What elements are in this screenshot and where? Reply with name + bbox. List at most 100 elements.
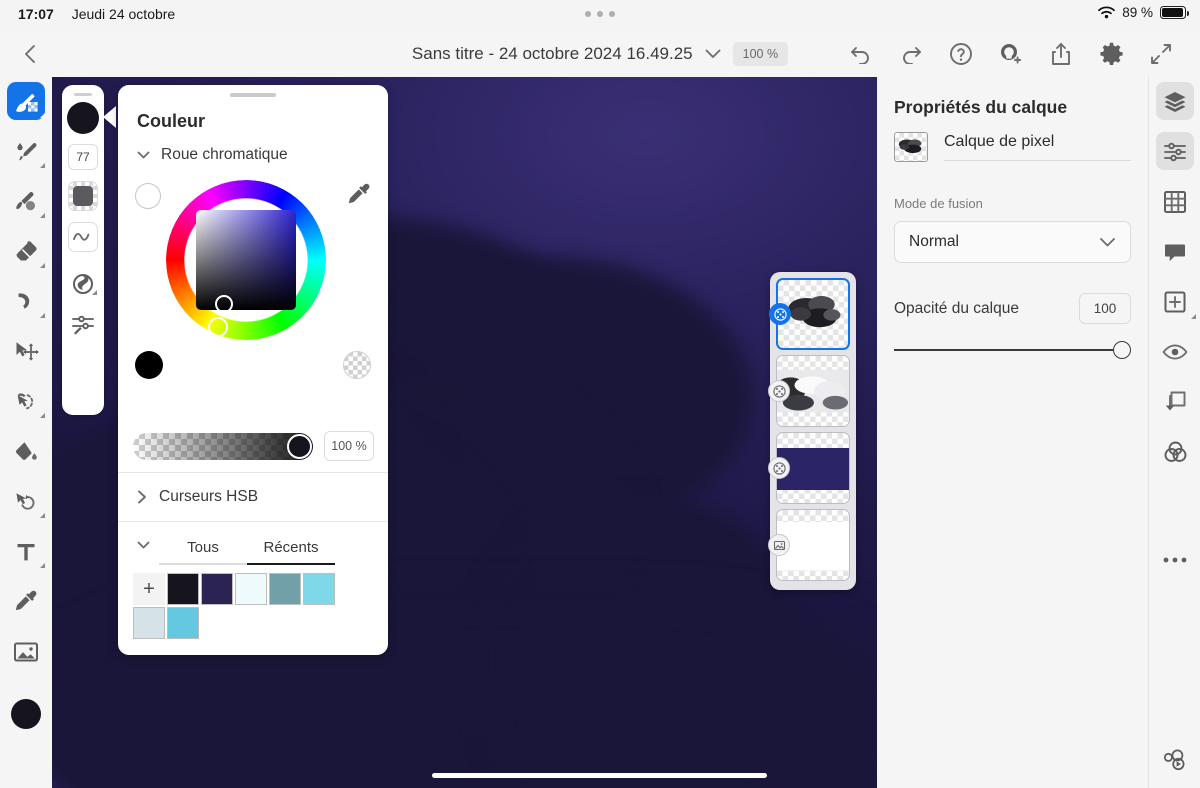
brush-color-swatch[interactable] [67,102,99,134]
tool-more-indicator[interactable] [40,413,45,418]
tool-more-indicator[interactable] [40,213,45,218]
wave-smoothing-icon[interactable] [68,222,98,252]
rail-layers[interactable] [1149,77,1200,127]
tool-watercolor-brush[interactable] [0,127,52,177]
current-color-swatch[interactable] [135,183,161,209]
swatch-1[interactable] [201,573,233,605]
tool-paint-bucket[interactable] [0,427,52,477]
add-layer-more-indicator[interactable] [1191,314,1196,319]
tool-eyedropper[interactable] [0,577,52,627]
layers-floating-panel[interactable] [768,272,856,590]
tool-text[interactable] [0,527,52,577]
rail-timelapse[interactable] [1149,735,1200,785]
blend-more-indicator[interactable] [92,290,97,295]
tool-paintbrush[interactable] [0,77,52,127]
rail-grid[interactable] [1149,177,1200,227]
swatch-5[interactable] [133,607,165,639]
layer-options-icon[interactable] [768,380,790,402]
tool-smudge[interactable] [0,177,52,227]
multitasking-handle[interactable] [585,11,615,17]
hsb-section-header[interactable]: Curseurs HSB [118,473,388,521]
undo-button[interactable] [836,30,886,77]
share-button[interactable] [1036,30,1086,77]
alpha-slider[interactable] [133,432,313,460]
tab-recents[interactable]: Récents [247,522,335,568]
tool-eraser[interactable] [0,227,52,277]
zoom-level-badge[interactable]: 100 % [732,41,789,66]
opacity-slider-knob[interactable] [1113,341,1131,359]
sv-selector-knob[interactable] [215,295,233,313]
swatch-4[interactable] [303,573,335,605]
saturation-value-square[interactable] [196,210,296,310]
brush-settings-icon[interactable] [62,304,104,344]
layer-options-icon[interactable] [769,303,791,325]
tool-place-image[interactable] [0,627,52,677]
color-wheel-section-header[interactable]: Roue chromatique [118,132,388,170]
layer-properties-panel: Propriétés du calque Calque de pixel Mod… [877,77,1148,788]
blend-mode-icon[interactable] [62,264,104,304]
tool-more-indicator[interactable] [40,263,45,268]
tool-liquify[interactable] [0,477,52,527]
home-indicator [432,773,767,778]
layer-thumbnail-4[interactable] [768,509,850,581]
rail-adjustments[interactable] [1149,127,1200,177]
rail-merge-down[interactable] [1149,377,1200,427]
help-button[interactable] [936,30,986,77]
fullscreen-button[interactable] [1136,30,1186,77]
chevron-down-icon[interactable] [137,541,159,550]
tool-transform[interactable] [0,327,52,377]
color-wheel-section-label: Roue chromatique [161,146,288,163]
layers-icon [1162,90,1188,114]
ellipsis-icon [1162,556,1188,564]
rail-more[interactable] [1149,535,1200,585]
swatch-2[interactable] [235,573,267,605]
rail-add-layer[interactable] [1149,277,1200,327]
opacity-value[interactable]: 100 [1079,293,1131,324]
foreground-color-swatch[interactable] [11,699,41,729]
rail-blend-modes[interactable] [1149,427,1200,477]
tool-more-indicator[interactable] [40,513,45,518]
black-swatch[interactable] [135,351,163,379]
redo-button[interactable] [886,30,936,77]
top-toolbar: Sans titre - 24 octobre 2024 16.49.25 10… [0,30,1200,77]
tool-more-indicator[interactable] [40,113,45,118]
color-panel[interactable]: Couleur Roue chromatique 100 % Curseurs … [118,85,388,655]
invite-collaborator-button[interactable] [986,30,1036,77]
alpha-slider-knob[interactable] [287,433,312,459]
tool-more-indicator[interactable] [40,563,45,568]
chevron-down-icon [1099,237,1116,248]
swatch-3[interactable] [269,573,301,605]
image-layer-icon[interactable] [768,534,790,556]
layer-thumbnail-2[interactable] [768,355,850,427]
tool-more-indicator[interactable] [40,313,45,318]
layer-row[interactable]: Calque de pixel [877,118,1148,162]
chevron-right-icon [137,490,148,504]
layer-thumbnail-1[interactable] [769,278,850,350]
swatch-6[interactable] [167,607,199,639]
color-wheel-area[interactable] [118,170,388,420]
rail-grip[interactable] [74,93,92,96]
layer-name[interactable]: Calque de pixel [944,133,1131,161]
chevron-down-icon[interactable] [705,49,721,59]
tool-lasso-select[interactable] [0,377,52,427]
alpha-value[interactable]: 100 % [324,431,374,461]
layer-thumbnail-3[interactable] [768,432,850,504]
tool-blur[interactable] [0,277,52,327]
layer-options-icon[interactable] [768,457,790,479]
swatch-0[interactable] [167,573,199,605]
blend-mode-select[interactable]: Normal [894,221,1131,263]
brush-size-value[interactable]: 77 [68,144,98,170]
add-swatch-button[interactable]: + [133,573,165,605]
page-title: Sans titre - 24 octobre 2024 16.49.25 [411,43,693,63]
rail-comments[interactable] [1149,227,1200,277]
settings-button[interactable] [1086,30,1136,77]
transparent-swatch[interactable] [343,351,371,379]
tab-tous[interactable]: Tous [159,522,247,568]
hue-selector-knob[interactable] [208,317,228,337]
brush-opacity-icon[interactable] [68,181,98,211]
eyedropper-icon[interactable] [346,182,374,210]
tool-more-indicator[interactable] [40,163,45,168]
opacity-slider[interactable] [894,341,1131,359]
rail-visibility[interactable] [1149,327,1200,377]
paint-bucket-icon [13,439,39,465]
